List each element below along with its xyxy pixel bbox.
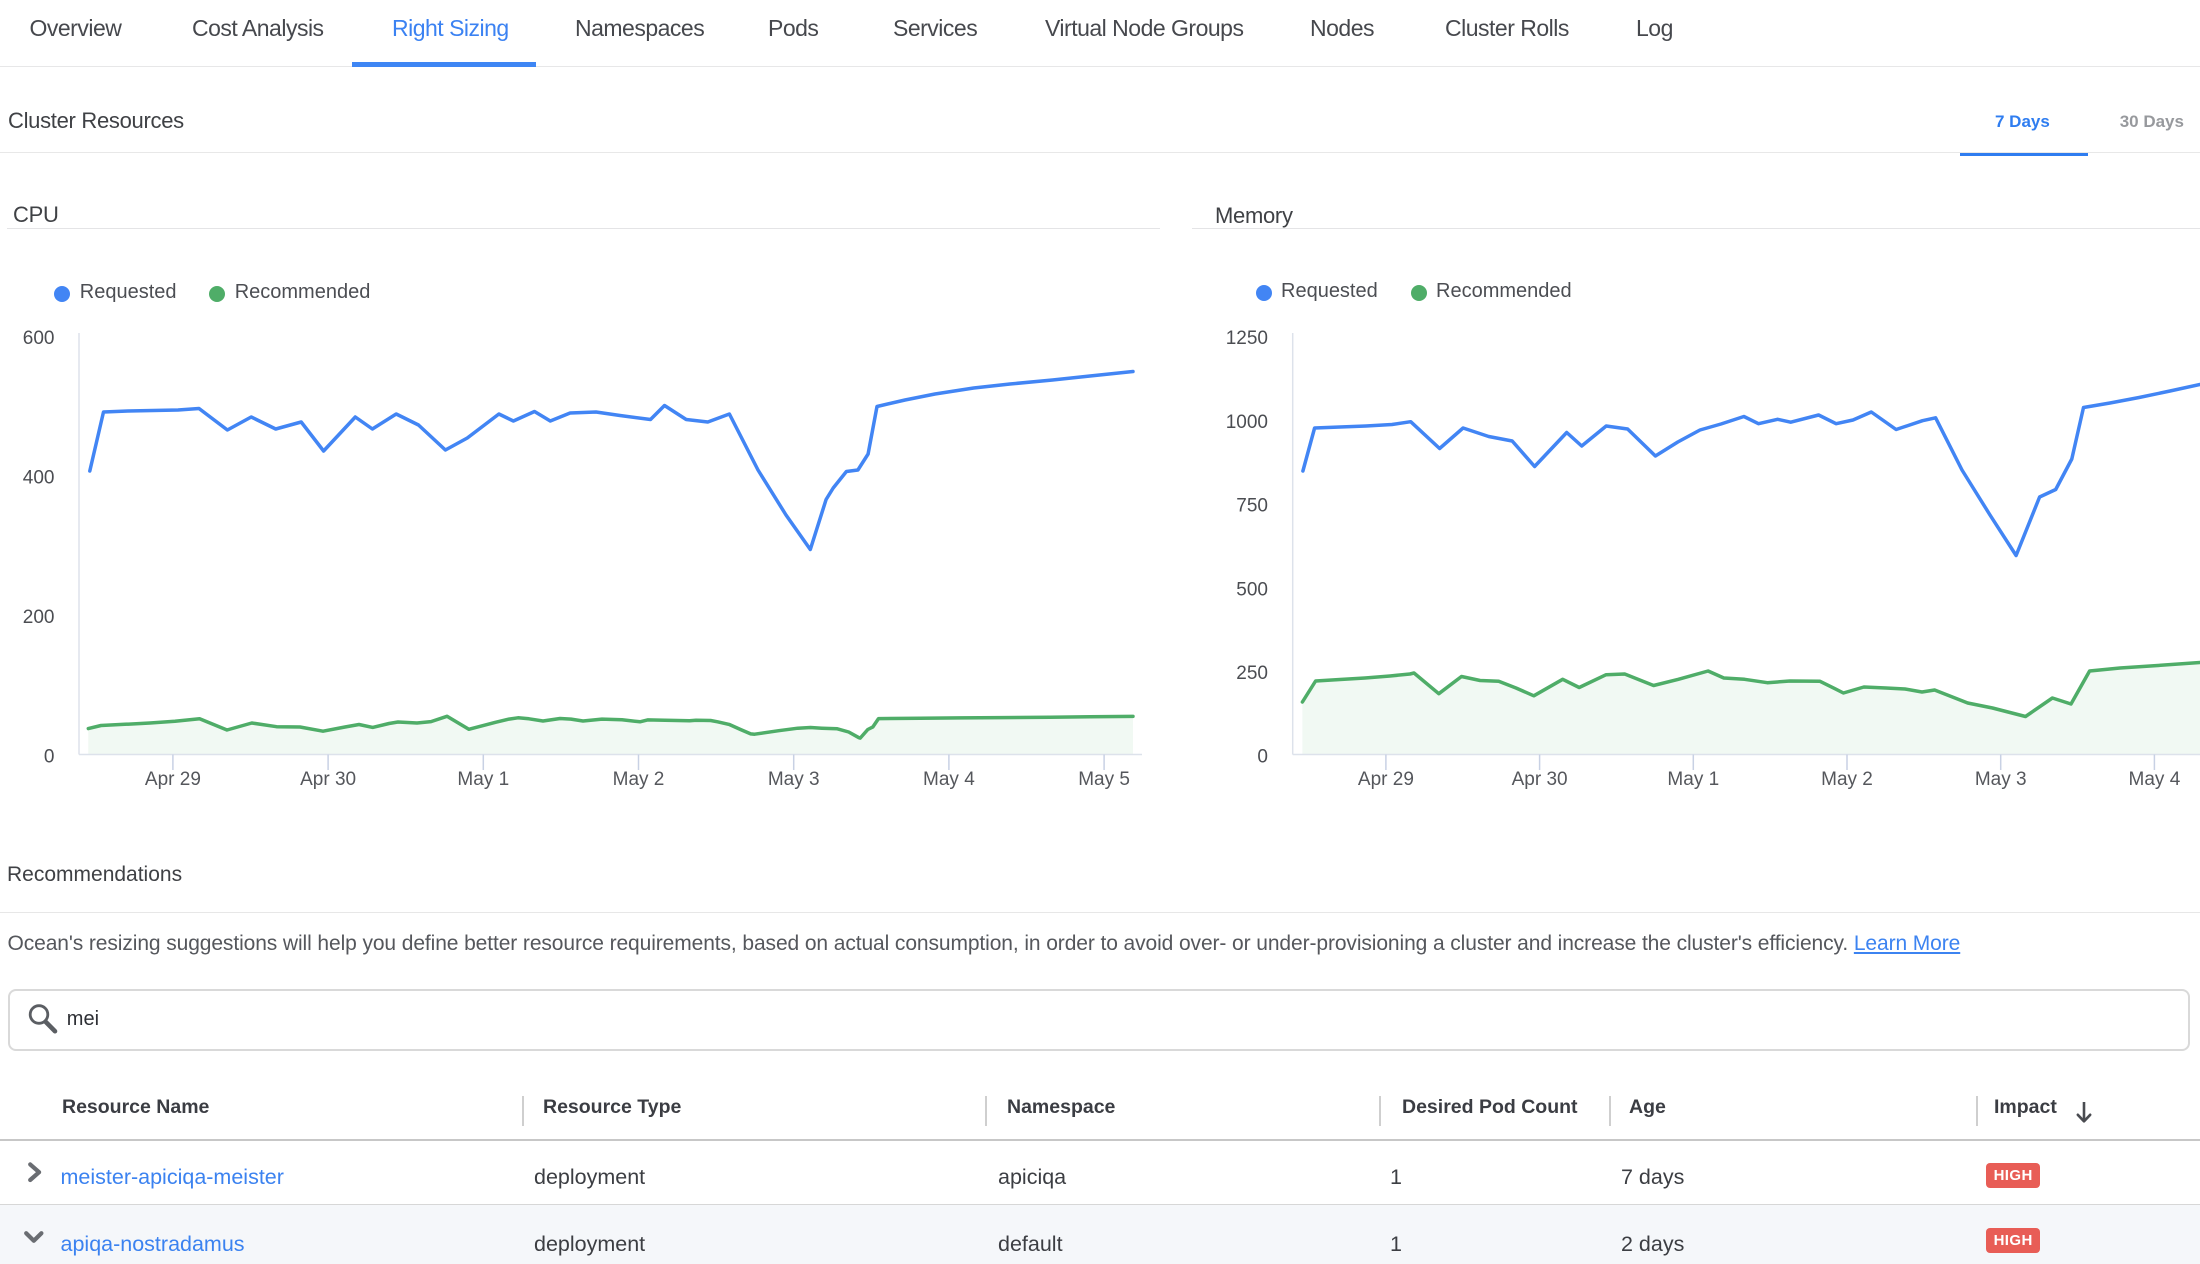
svg-text:Apr 29: Apr 29 bbox=[1358, 769, 1414, 790]
svg-text:May 3: May 3 bbox=[1975, 769, 2027, 790]
svg-text:250: 250 bbox=[1236, 663, 1268, 684]
svg-text:0: 0 bbox=[1257, 747, 1268, 768]
svg-text:May 2: May 2 bbox=[1821, 769, 1873, 790]
svg-text:May 3: May 3 bbox=[768, 769, 820, 790]
svg-text:Apr 30: Apr 30 bbox=[1512, 769, 1568, 790]
svg-text:400: 400 bbox=[23, 468, 55, 489]
svg-text:600: 600 bbox=[23, 328, 55, 349]
svg-text:Apr 29: Apr 29 bbox=[145, 769, 201, 790]
svg-text:200: 200 bbox=[23, 607, 55, 628]
svg-text:0: 0 bbox=[44, 747, 55, 768]
svg-text:750: 750 bbox=[1236, 496, 1268, 517]
svg-text:May 2: May 2 bbox=[613, 769, 665, 790]
svg-text:1000: 1000 bbox=[1226, 412, 1268, 433]
svg-text:May 5: May 5 bbox=[1078, 769, 1130, 790]
svg-text:May 1: May 1 bbox=[457, 769, 509, 790]
svg-text:Apr 30: Apr 30 bbox=[300, 769, 356, 790]
svg-text:500: 500 bbox=[1236, 579, 1268, 600]
svg-text:May 1: May 1 bbox=[1667, 769, 1719, 790]
svg-text:1250: 1250 bbox=[1226, 328, 1268, 349]
svg-text:May 4: May 4 bbox=[923, 769, 975, 790]
svg-text:May 4: May 4 bbox=[2129, 769, 2181, 790]
